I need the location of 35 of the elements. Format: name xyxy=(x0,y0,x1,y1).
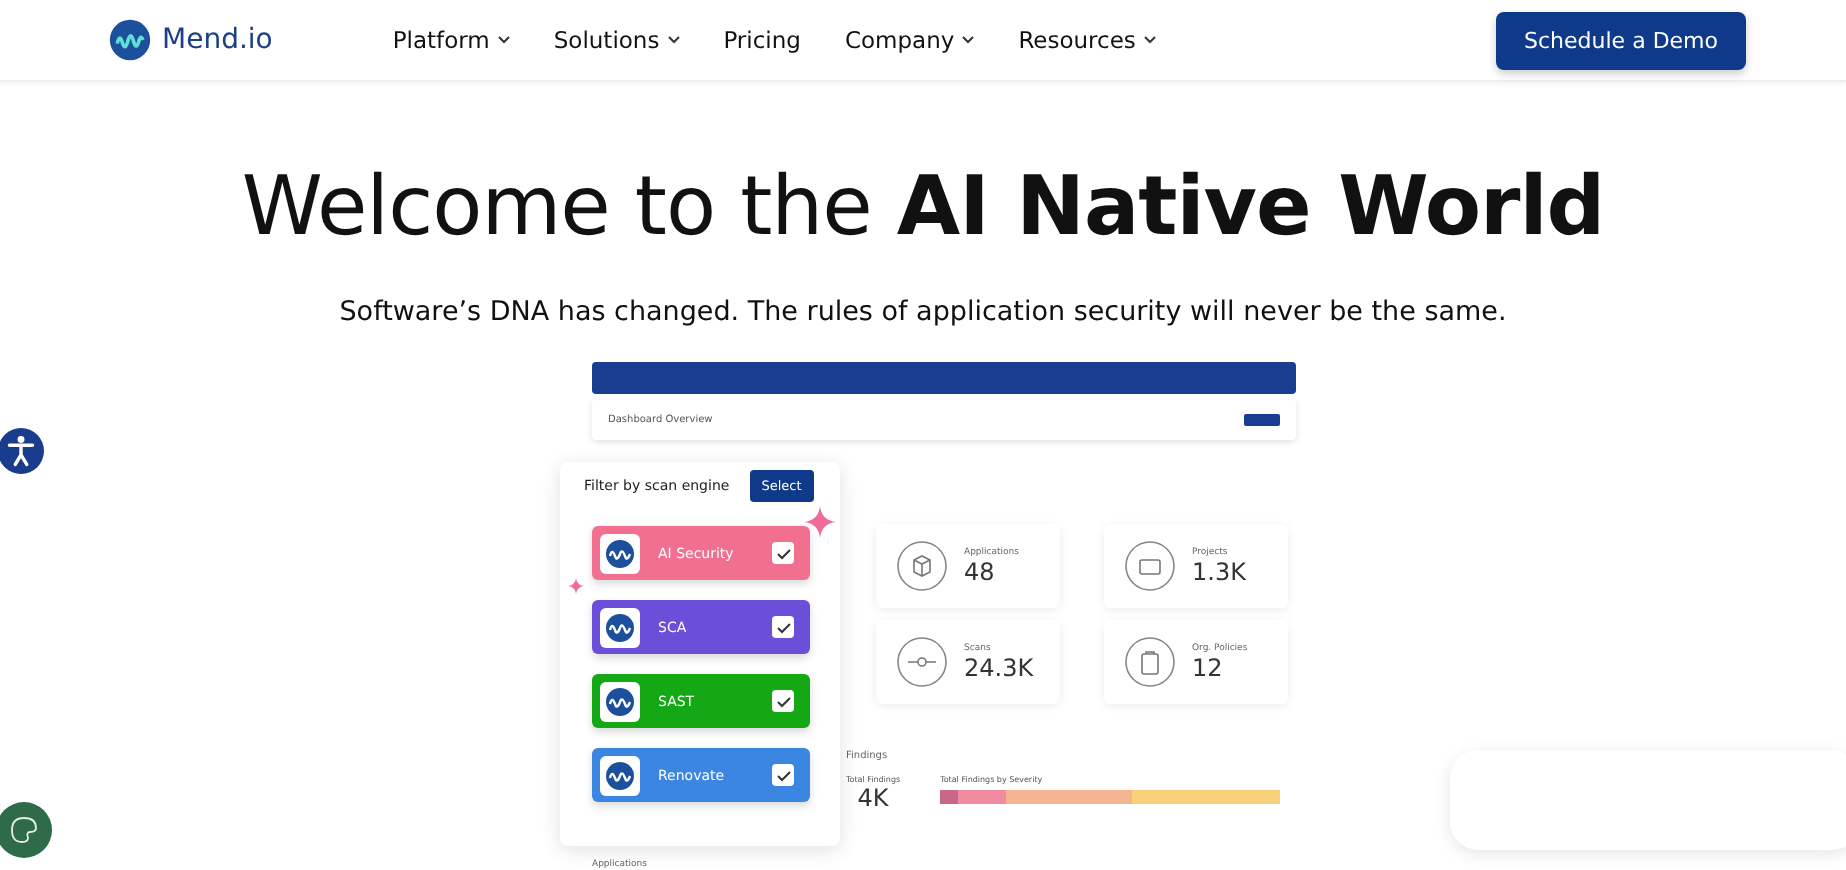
logo-text[interactable]: Mend.io xyxy=(162,24,273,56)
checkbox[interactable] xyxy=(772,690,794,712)
accessibility-icon[interactable] xyxy=(0,428,44,474)
stat-value: 48 xyxy=(964,557,997,585)
nav-link[interactable]: Resources xyxy=(1018,26,1156,54)
hero-subtitle: Software’s DNA has changed. The rules of application security will never be the same. xyxy=(337,294,1509,330)
nav-link[interactable]: Pricing xyxy=(723,26,801,54)
commit-icon xyxy=(896,636,948,688)
stat-value: 12 xyxy=(1192,653,1225,681)
nav-link[interactable]: Company xyxy=(844,26,975,54)
sparkle-icon xyxy=(568,578,584,594)
total-findings-value: 4K xyxy=(857,784,889,812)
checkbox[interactable] xyxy=(772,764,794,786)
caret-icon xyxy=(497,36,510,44)
checkbox[interactable] xyxy=(772,616,794,638)
logo-icon xyxy=(600,533,640,573)
cube-icon xyxy=(896,540,948,592)
nav-link[interactable]: Solutions xyxy=(553,26,680,54)
logo-icon xyxy=(600,607,640,647)
hero-title: Welcome to the AI Native World xyxy=(239,156,1607,258)
stat-value: 24.3K xyxy=(964,653,1034,681)
palette-icon[interactable] xyxy=(0,802,52,858)
nav-link[interactable]: Platform xyxy=(392,26,510,54)
clipboard-icon xyxy=(1124,636,1176,688)
logo-icon xyxy=(600,681,640,721)
logo-icon xyxy=(600,755,640,795)
caret-icon xyxy=(962,36,975,44)
sparkle-icon xyxy=(804,506,836,538)
checkbox[interactable] xyxy=(772,542,794,564)
stat-value: 1.3K xyxy=(1192,557,1246,585)
folder-icon xyxy=(1124,540,1176,592)
caret-icon xyxy=(1143,36,1156,44)
logo-icon[interactable] xyxy=(108,18,152,62)
caret-icon xyxy=(667,36,680,44)
schedule-demo-button[interactable]: Schedule a Demo xyxy=(1496,11,1746,69)
